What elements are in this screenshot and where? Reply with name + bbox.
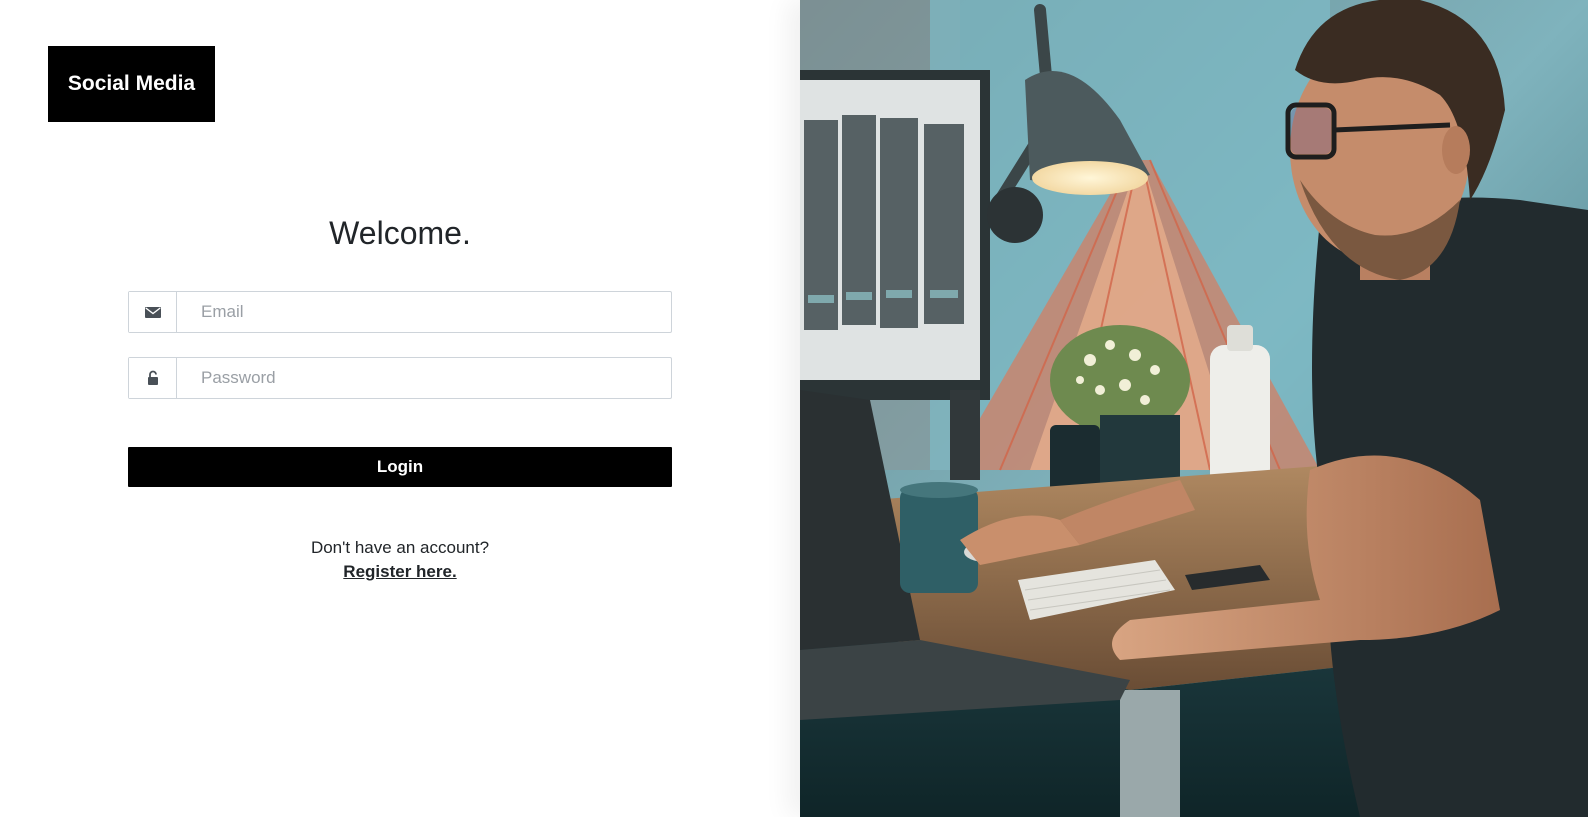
page-title: Welcome.	[329, 215, 471, 251]
register-prompt: Don't have an account?	[310, 538, 490, 557]
email-field-group	[128, 291, 672, 333]
register-section: Don't have an account? Register here.	[0, 536, 800, 584]
register-link[interactable]: Register here.	[343, 562, 456, 581]
hero-image	[800, 0, 1588, 817]
password-input[interactable]	[177, 358, 671, 398]
login-panel: Social Media Welcome. Login Don't have a…	[0, 0, 800, 817]
envelope-icon	[129, 292, 177, 332]
brand-logo[interactable]: Social Media	[48, 46, 215, 122]
password-field-group	[128, 357, 672, 399]
lock-icon	[129, 358, 177, 398]
login-button[interactable]: Login	[128, 447, 672, 487]
email-input[interactable]	[177, 292, 671, 332]
